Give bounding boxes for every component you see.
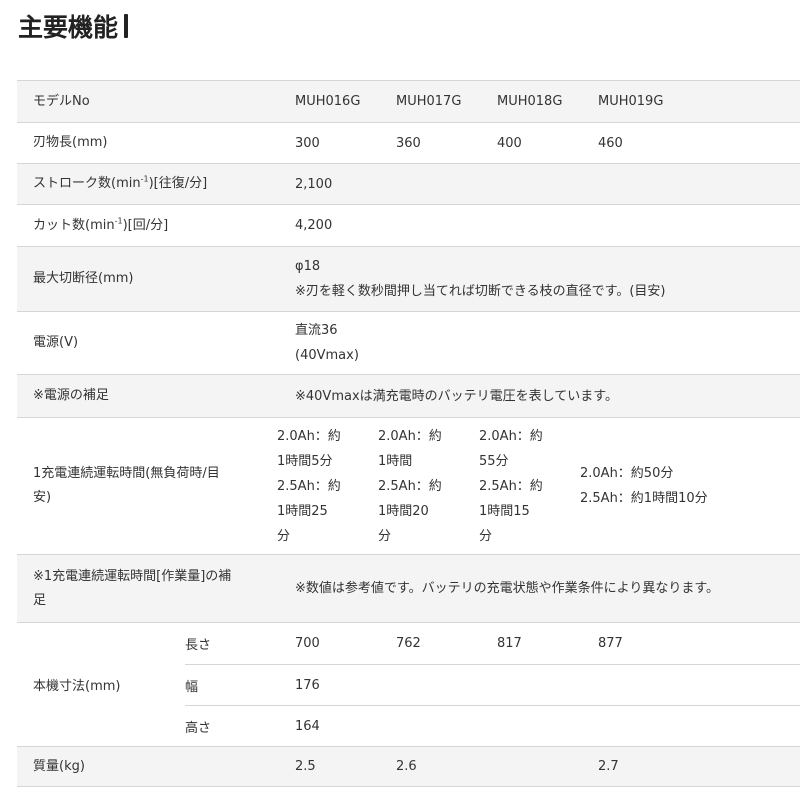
runtime-col-4: 2.0Ah：約50分 2.5Ah：約1時間10分: [580, 461, 800, 511]
runtime-3-line: 2.0Ah：約: [479, 428, 543, 444]
model-1: MUH016G: [295, 94, 361, 109]
length-1: 700: [295, 636, 320, 651]
runtime-2-line: 1時間: [378, 453, 413, 469]
runtime-1-line: 2.0Ah：約: [277, 428, 341, 444]
cut-label-sup: -1: [114, 216, 123, 226]
page-title-text: 主要機能: [18, 13, 119, 42]
row-dimensions: 本機寸法(mm) 長さ 700 762 817 877 幅 176 高さ 164: [17, 623, 800, 747]
height-value: 164: [295, 718, 320, 734]
row-max-cut: 最大切断径(mm) φ18 ※刃を軽く数秒間押し当てれば切断できる枝の直径です。…: [17, 247, 800, 312]
runtime-col-1: 2.0Ah：約 1時間5分 2.5Ah：約 1時間25 分: [277, 424, 378, 549]
model-3: MUH018G: [497, 94, 563, 109]
runtime-1-line: 1時間25: [277, 503, 328, 519]
blade-length-2: 360: [396, 135, 421, 151]
length-2: 762: [396, 636, 421, 651]
row-runtime: 1充電連続運転時間(無負荷時/目 安) 2.0Ah：約 1時間5分 2.5Ah：…: [17, 418, 800, 555]
runtime-note-label-line1: ※1充電連続運転時間[作業量]の補: [33, 568, 232, 584]
runtime-4-line: 2.0Ah：約50分: [580, 466, 674, 481]
cut-label-pre: カット数(min: [33, 217, 115, 233]
cut-rate-value: 4,200: [295, 218, 333, 233]
blade-length-3: 400: [497, 135, 522, 151]
row-height: 高さ 164: [185, 705, 800, 746]
max-cut-note: ※刃を軽く数秒間押し当てれば切断できる枝の直径です。(目安): [295, 284, 666, 299]
row-cut-rate: カット数(min-1)[回/分] 4,200: [17, 205, 800, 247]
stroke-rate-value: 2,100: [295, 176, 333, 192]
length-4: 877: [598, 636, 623, 651]
row-power-note: ※電源の補足 ※40Vmaxは満充電時のバッテリ電圧を表しています。: [17, 375, 800, 418]
runtime-3-line: 55分: [479, 453, 509, 469]
label-cut-rate: カット数(min-1)[回/分]: [17, 214, 295, 238]
width-value: 176: [295, 677, 320, 693]
runtime-1-line: 2.5Ah：約: [277, 478, 341, 494]
runtime-4-line: 2.5Ah：約1時間10分: [580, 491, 708, 506]
length-3: 817: [497, 636, 522, 651]
stroke-label-pre: ストローク数(min: [33, 176, 141, 191]
runtime-3-line: 分: [479, 528, 493, 544]
runtime-label-line2: 安): [33, 490, 52, 505]
stroke-label-post: )[往復/分]: [148, 176, 208, 191]
row-model-no: モデルNo MUH016G MUH017G MUH018G MUH019G: [17, 80, 800, 123]
model-4: MUH019G: [598, 94, 664, 109]
label-max-cut: 最大切断径(mm): [33, 271, 134, 286]
stroke-label-sup: -1: [140, 174, 149, 184]
runtime-col-2: 2.0Ah：約 1時間 2.5Ah：約 1時間20 分: [378, 424, 479, 549]
blade-length-1: 300: [295, 135, 320, 151]
runtime-2-line: 分: [378, 528, 392, 544]
runtime-2-line: 2.0Ah：約: [378, 428, 442, 444]
label-power: 電源(V): [33, 335, 79, 350]
row-stroke-rate: ストローク数(min-1)[往復/分] 2,100: [17, 164, 800, 205]
runtime-1-line: 分: [277, 528, 291, 544]
mass-4: 2.7: [598, 759, 619, 774]
row-runtime-note: ※1充電連続運転時間[作業量]の補 足 ※数値は参考値です。バッテリの充電状態や…: [17, 555, 800, 623]
runtime-2-line: 1時間20: [378, 503, 429, 519]
row-mass: 質量(kg) 2.5 2.6 2.7: [17, 747, 800, 787]
model-2: MUH017G: [396, 94, 462, 109]
title-bar-mark: [124, 14, 129, 38]
power-max: (40Vmax): [295, 348, 359, 363]
mass-2: 2.6: [396, 759, 417, 774]
runtime-note-label-line2: 足: [33, 592, 47, 608]
label-length: 長さ: [185, 638, 212, 653]
row-blade-length: 刃物長(mm) 300 360 400 460: [17, 123, 800, 164]
label-mass: 質量(kg): [33, 758, 85, 774]
page-title: 主要機能: [18, 8, 129, 44]
max-cut-value: φ18: [295, 259, 321, 274]
label-power-note: ※電源の補足: [33, 388, 109, 403]
label-blade-length: 刃物長(mm): [33, 135, 108, 150]
power-note-value: ※40Vmaxは満充電時のバッテリ電圧を表しています。: [295, 388, 618, 404]
label-dimensions: 本機寸法(mm): [33, 679, 121, 694]
runtime-1-line: 1時間5分: [277, 453, 333, 469]
runtime-label-line1: 1充電連続運転時間(無負荷時/目: [33, 466, 220, 481]
cut-label-post: )[回/分]: [122, 217, 169, 233]
label-model-no: モデルNo: [33, 93, 90, 109]
row-width: 幅 176: [185, 664, 800, 705]
runtime-note-value: ※数値は参考値です。バッテリの充電状態や作業条件により異なります。: [295, 581, 720, 596]
blade-length-4: 460: [598, 135, 623, 151]
mass-1: 2.5: [295, 759, 316, 774]
runtime-3-line: 1時間15: [479, 503, 530, 519]
runtime-3-line: 2.5Ah：約: [479, 478, 543, 494]
label-height: 高さ: [185, 720, 212, 736]
power-value: 直流36: [295, 323, 338, 338]
spec-table: モデルNo MUH016G MUH017G MUH018G MUH019G 刃物…: [17, 80, 800, 787]
label-runtime: 1充電連続運転時間(無負荷時/目 安): [17, 462, 277, 510]
row-length: 長さ 700 762 817 877: [185, 623, 800, 664]
row-power: 電源(V) 直流36 (40Vmax): [17, 312, 800, 375]
label-width: 幅: [185, 679, 199, 695]
label-stroke-rate: ストローク数(min-1)[往復/分]: [17, 172, 295, 196]
runtime-2-line: 2.5Ah：約: [378, 478, 442, 494]
runtime-col-3: 2.0Ah：約 55分 2.5Ah：約 1時間15 分: [479, 424, 580, 549]
label-runtime-note: ※1充電連続運転時間[作業量]の補 足: [17, 565, 295, 613]
